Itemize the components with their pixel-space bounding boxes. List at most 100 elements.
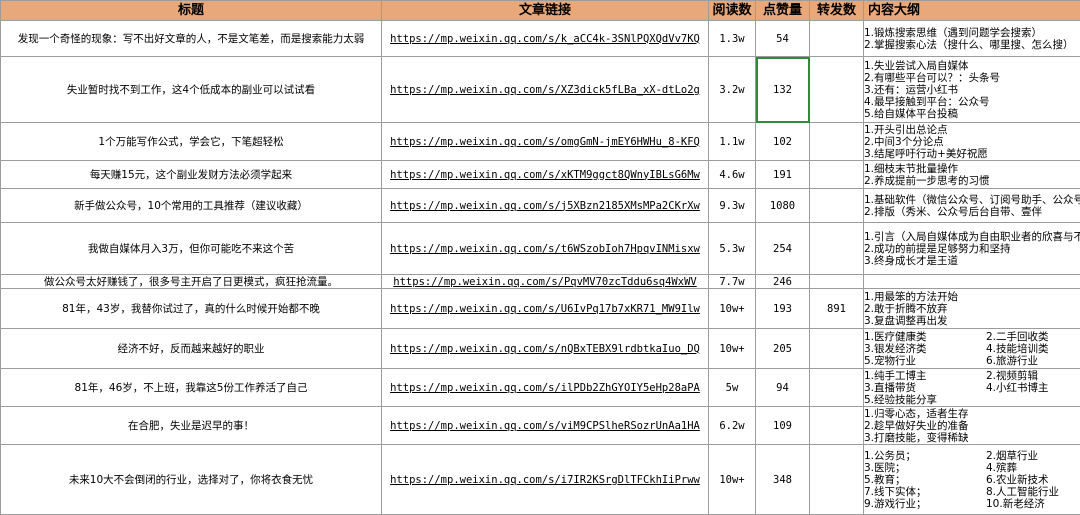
link-cell[interactable]: https://mp.weixin.qq.com/s/ilPDb2ZhGYOIY… <box>382 369 709 407</box>
outline-cell[interactable]: 1.归零心态，适者生存2.趁早做好失业的准备3.打磨技能，变得稀缺 <box>864 407 1080 445</box>
link-cell[interactable]: https://mp.weixin.qq.com/s/PqvMV70zcTddu… <box>382 275 709 289</box>
reads-cell[interactable]: 5.3w <box>709 223 756 275</box>
outline-cell[interactable]: 1.细枝末节批量操作2.养成提前一步思考的习惯 <box>864 161 1080 189</box>
likes-cell[interactable]: 191 <box>756 161 810 189</box>
title-cell[interactable]: 未来10大不会倒闭的行业，选择对了，你将衣食无忧 <box>1 445 382 515</box>
likes-cell[interactable]: 254 <box>756 223 810 275</box>
shares-cell[interactable] <box>810 189 864 223</box>
link-cell[interactable]: https://mp.weixin.qq.com/s/U6IvPq17b7xKR… <box>382 289 709 329</box>
title-cell[interactable]: 在合肥，失业是迟早的事！ <box>1 407 382 445</box>
reads-cell[interactable]: 6.2w <box>709 407 756 445</box>
table-row: 新手做公众号，10个常用的工具推荐（建议收藏）https://mp.weixin… <box>1 189 1080 223</box>
shares-cell[interactable] <box>810 407 864 445</box>
link-cell[interactable]: https://mp.weixin.qq.com/s/XZ3dick5fLBa_… <box>382 57 709 123</box>
header-row: 标题 文章链接 阅读数 点赞量 转发数 内容大纲 <box>1 1 1080 21</box>
header-title[interactable]: 标题 <box>1 1 382 21</box>
shares-cell[interactable] <box>810 275 864 289</box>
shares-cell[interactable] <box>810 123 864 161</box>
outline-item <box>986 394 1080 406</box>
title-cell[interactable]: 发现一个奇怪的现象：写不出好文章的人，不是文笔差，而是搜索能力太弱 <box>1 21 382 57</box>
outline-cell[interactable] <box>864 275 1080 289</box>
link-cell[interactable]: https://mp.weixin.qq.com/s/k_aCC4k-3SNlP… <box>382 21 709 57</box>
reads-cell[interactable]: 10w+ <box>709 329 756 369</box>
outline-item: 7.线下实体； <box>864 486 986 498</box>
shares-cell[interactable] <box>810 223 864 275</box>
outline-item: 3.医院； <box>864 462 986 474</box>
reads-cell[interactable]: 10w+ <box>709 289 756 329</box>
table-body: 发现一个奇怪的现象：写不出好文章的人，不是文笔差，而是搜索能力太弱https:/… <box>1 21 1080 515</box>
outline-item: 9.游戏行业； <box>864 498 986 510</box>
reads-cell[interactable]: 1.3w <box>709 21 756 57</box>
likes-cell[interactable]: 109 <box>756 407 810 445</box>
link-cell[interactable]: https://mp.weixin.qq.com/s/omgGmN-jmEY6H… <box>382 123 709 161</box>
likes-cell[interactable]: 94 <box>756 369 810 407</box>
table-row: 每天赚15元，这个副业发财方法必须学起来https://mp.weixin.qq… <box>1 161 1080 189</box>
title-cell[interactable]: 81年，43岁，我替你试过了，真的什么时候开始都不晚 <box>1 289 382 329</box>
shares-cell[interactable] <box>810 21 864 57</box>
spreadsheet-table: 标题 文章链接 阅读数 点赞量 转发数 内容大纲 发现一个奇怪的现象：写不出好文… <box>0 0 1080 515</box>
likes-cell[interactable]: 102 <box>756 123 810 161</box>
reads-cell[interactable]: 1.1w <box>709 123 756 161</box>
likes-cell[interactable]: 54 <box>756 21 810 57</box>
header-outline[interactable]: 内容大纲 <box>864 1 1080 21</box>
title-cell[interactable]: 做公众号太好赚钱了，很多号主开启了日更模式，疯狂抢流量。 <box>1 275 382 289</box>
table-row: 1个万能写作公式，学会它，下笔超轻松https://mp.weixin.qq.c… <box>1 123 1080 161</box>
outline-item: 3.还有：运营小红书 <box>864 84 1080 96</box>
link-cell[interactable]: https://mp.weixin.qq.com/s/viM9CPSlheRSo… <box>382 407 709 445</box>
link-cell[interactable]: https://mp.weixin.qq.com/s/xKTM9ggct8QWn… <box>382 161 709 189</box>
reads-cell[interactable]: 5w <box>709 369 756 407</box>
reads-cell[interactable]: 7.7w <box>709 275 756 289</box>
outline-item: 4.最早接触到平台：公众号 <box>864 96 1080 108</box>
outline-cell[interactable]: 1.纯手工博主2.视频剪辑3.直播带货4.小红书博主5.经验技能分享 <box>864 369 1080 407</box>
header-shares[interactable]: 转发数 <box>810 1 864 21</box>
outline-cell[interactable]: 1.基础软件（微信公众号、订阅号助手、公众号平台安全助手）2.排版（秀米、公众号… <box>864 189 1080 223</box>
reads-cell[interactable]: 4.6w <box>709 161 756 189</box>
title-cell[interactable]: 失业暂时找不到工作，这4个低成本的副业可以试试看 <box>1 57 382 123</box>
header-likes[interactable]: 点赞量 <box>756 1 810 21</box>
outline-item: 3.银发经济类 <box>864 343 986 355</box>
header-reads[interactable]: 阅读数 <box>709 1 756 21</box>
likes-cell[interactable]: 1080 <box>756 189 810 223</box>
outline-item: 1.细枝末节批量操作 <box>864 163 1080 175</box>
reads-cell[interactable]: 10w+ <box>709 445 756 515</box>
shares-cell[interactable]: 891 <box>810 289 864 329</box>
shares-cell[interactable] <box>810 57 864 123</box>
shares-cell[interactable] <box>810 445 864 515</box>
likes-cell[interactable]: 348 <box>756 445 810 515</box>
outline-item: 2.敢于折腾不放弃 <box>864 303 1080 315</box>
outline-cell[interactable]: 1.用最笨的方法开始2.敢于折腾不放弃3.复盘调整再出发 <box>864 289 1080 329</box>
outline-item: 2.养成提前一步思考的习惯 <box>864 175 1080 187</box>
likes-cell[interactable]: 193 <box>756 289 810 329</box>
outline-cell[interactable]: 1.锻炼搜索思维（遇到问题学会搜索）2.掌握搜索心法（搜什么、哪里搜、怎么搜） <box>864 21 1080 57</box>
header-link[interactable]: 文章链接 <box>382 1 709 21</box>
likes-cell[interactable]: 246 <box>756 275 810 289</box>
link-cell[interactable]: https://mp.weixin.qq.com/s/i7IR2KSrgDlTF… <box>382 445 709 515</box>
shares-cell[interactable] <box>810 329 864 369</box>
link-cell[interactable]: https://mp.weixin.qq.com/s/j5XBzn2185XMs… <box>382 189 709 223</box>
outline-grid: 1.医疗健康类2.二手回收类3.银发经济类4.技能培训类5.宠物行业6.旅游行业 <box>864 331 1080 367</box>
link-cell[interactable]: https://mp.weixin.qq.com/s/t6WSzobIoh7Hp… <box>382 223 709 275</box>
title-cell[interactable]: 每天赚15元，这个副业发财方法必须学起来 <box>1 161 382 189</box>
outline-cell[interactable]: 1.引言（入局自媒体成为自由职业者的欣喜与不易）2.成功的前提是足够努力和坚持3… <box>864 223 1080 275</box>
outline-item: 1.公务员； <box>864 450 986 462</box>
likes-cell[interactable]: 205 <box>756 329 810 369</box>
outline-item: 4.小红书博主 <box>986 382 1080 394</box>
outline-item: 2.有哪些平台可以？：头条号 <box>864 72 1080 84</box>
outline-cell[interactable]: 1.公务员；2.烟草行业3.医院；4.殡葬5.教育；6.农业新技术7.线下实体；… <box>864 445 1080 515</box>
outline-item: 1.开头引出总论点 <box>864 124 1080 136</box>
outline-cell[interactable]: 1.医疗健康类2.二手回收类3.银发经济类4.技能培训类5.宠物行业6.旅游行业 <box>864 329 1080 369</box>
shares-cell[interactable] <box>810 369 864 407</box>
title-cell[interactable]: 1个万能写作公式，学会它，下笔超轻松 <box>1 123 382 161</box>
outline-item: 4.殡葬 <box>986 462 1080 474</box>
title-cell[interactable]: 我做自媒体月入3万，但你可能吃不来这个苦 <box>1 223 382 275</box>
title-cell[interactable]: 新手做公众号，10个常用的工具推荐（建议收藏） <box>1 189 382 223</box>
outline-cell[interactable]: 1.开头引出总论点2.中间3个分论点3.结尾呼吁行动+美好祝愿 <box>864 123 1080 161</box>
title-cell[interactable]: 经济不好，反而越来越好的职业 <box>1 329 382 369</box>
outline-cell[interactable]: 1.失业尝试入局自媒体2.有哪些平台可以？：头条号3.还有：运营小红书4.最早接… <box>864 57 1080 123</box>
reads-cell[interactable]: 9.3w <box>709 189 756 223</box>
likes-cell[interactable]: 132 <box>756 57 810 123</box>
link-cell[interactable]: https://mp.weixin.qq.com/s/nQBxTEBX9lrdb… <box>382 329 709 369</box>
shares-cell[interactable] <box>810 161 864 189</box>
title-cell[interactable]: 81年，46岁，不上班，我靠这5份工作养活了自己 <box>1 369 382 407</box>
reads-cell[interactable]: 3.2w <box>709 57 756 123</box>
